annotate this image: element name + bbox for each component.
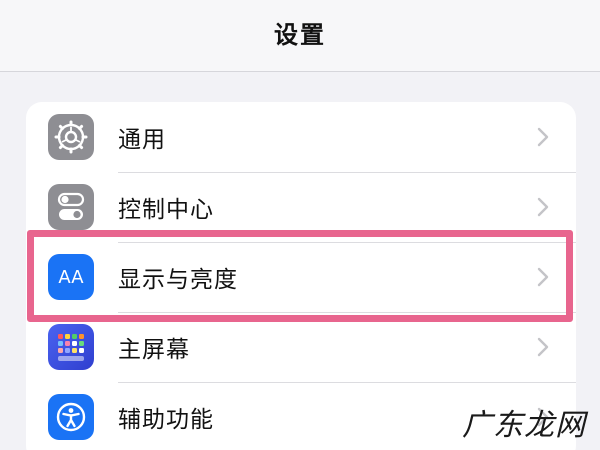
settings-row-label: 通用 bbox=[118, 127, 166, 153]
home-screen-grid-icon bbox=[48, 324, 94, 370]
settings-row-label: 显示与亮度 bbox=[118, 267, 238, 293]
settings-row-general[interactable]: 通用 bbox=[26, 102, 576, 172]
chevron-right-icon bbox=[537, 127, 549, 147]
text-size-glyph: AA bbox=[58, 266, 84, 288]
accessibility-icon bbox=[48, 394, 94, 440]
settings-row-control-center[interactable]: 控制中心 bbox=[26, 172, 576, 242]
chevron-right-icon bbox=[537, 337, 549, 357]
settings-row-label: 辅助功能 bbox=[118, 407, 214, 433]
navigation-bar: 设置 bbox=[0, 0, 600, 72]
page-title: 设置 bbox=[274, 21, 326, 49]
text-size-icon: AA bbox=[48, 254, 94, 300]
gear-icon bbox=[48, 114, 94, 160]
toggles-icon bbox=[48, 184, 94, 230]
watermark: 广东龙网 bbox=[462, 408, 586, 443]
settings-row-label: 主屏幕 bbox=[118, 337, 190, 363]
settings-row-home-screen[interactable]: 主屏幕 bbox=[26, 312, 576, 382]
settings-group: 通用 控制中心 AA 显示与亮度 主屏幕 辅助功能 bbox=[26, 102, 576, 450]
settings-row-label: 控制中心 bbox=[118, 197, 214, 223]
chevron-right-icon bbox=[537, 197, 549, 217]
chevron-right-icon bbox=[537, 267, 549, 287]
settings-row-display-brightness[interactable]: AA 显示与亮度 bbox=[26, 242, 576, 312]
